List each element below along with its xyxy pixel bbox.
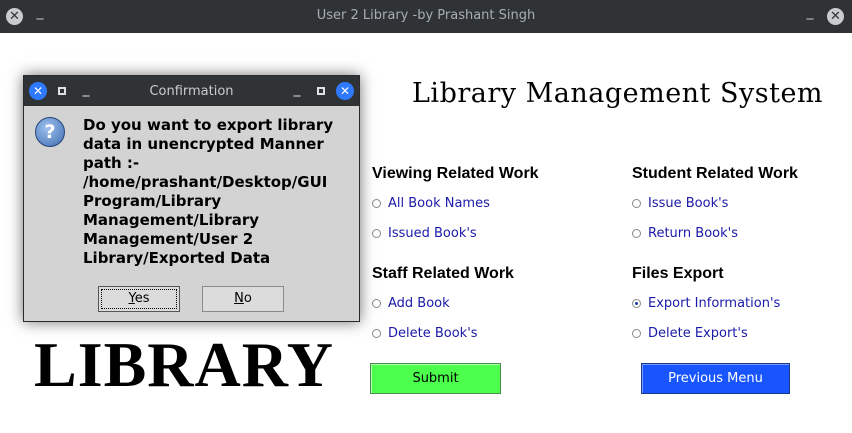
radio-icon[interactable] [632,229,641,238]
option-label: All Book Names [388,196,490,211]
option-issued-books[interactable]: Issued Book's [372,226,477,241]
yes-button[interactable]: Yes [98,286,180,312]
option-label: Issued Book's [388,226,477,241]
no-label: o [243,291,252,306]
option-all-book-names[interactable]: All Book Names [372,196,490,211]
app-heading: Library Management System [412,78,824,109]
window-minimize-right-icon[interactable]: _ [804,4,816,20]
library-logo: LIBRARY [34,329,334,400]
question-icon: ? [35,117,65,147]
no-button[interactable]: No [202,286,284,312]
viewing-section-title: Viewing Related Work [372,165,539,182]
window-titlebar: ✕ _ User 2 Library -by Prashant Singh _ … [0,0,852,33]
radio-icon[interactable] [632,199,641,208]
dialog-titlebar: ✕ _ Confirmation _ ✕ [24,76,359,106]
dialog-message: Do you want to export library data in un… [83,116,334,267]
dialog-title: Confirmation [149,84,234,99]
staff-section-title: Staff Related Work [372,265,514,282]
radio-checked-icon[interactable] [632,299,641,308]
radio-icon[interactable] [372,199,381,208]
option-label: Add Book [388,296,450,311]
no-mnemonic: N [234,291,244,306]
dialog-maximize-icon[interactable] [317,87,325,95]
option-delete-exports[interactable]: Delete Export's [632,326,748,341]
radio-icon[interactable] [372,229,381,238]
option-return-books[interactable]: Return Book's [632,226,738,241]
confirmation-dialog: ✕ _ Confirmation _ ✕ ? Do you want to ex… [23,75,360,322]
student-section-title: Student Related Work [632,165,798,182]
dialog-close-right-icon[interactable]: ✕ [336,82,354,100]
option-label: Delete Book's [388,326,478,341]
radio-icon[interactable] [372,329,381,338]
window-title: User 2 Library -by Prashant Singh [316,8,536,23]
option-label: Return Book's [648,226,738,241]
previous-menu-button[interactable]: Previous Menu [641,363,790,394]
radio-icon[interactable] [632,329,641,338]
option-export-information[interactable]: Export Information's [632,296,780,311]
option-delete-books[interactable]: Delete Book's [372,326,478,341]
window-close-right-icon[interactable]: ✕ [827,8,844,25]
option-issue-books[interactable]: Issue Book's [632,196,728,211]
option-label: Issue Book's [648,196,729,211]
dialog-minimize-right-icon[interactable]: _ [292,81,302,97]
option-label: Export Information's [648,296,781,311]
option-label: Delete Export's [648,326,748,341]
submit-button[interactable]: Submit [370,363,501,394]
radio-icon[interactable] [372,299,381,308]
option-add-book[interactable]: Add Book [372,296,450,311]
yes-label: es [134,291,150,306]
files-section-title: Files Export [632,265,724,282]
